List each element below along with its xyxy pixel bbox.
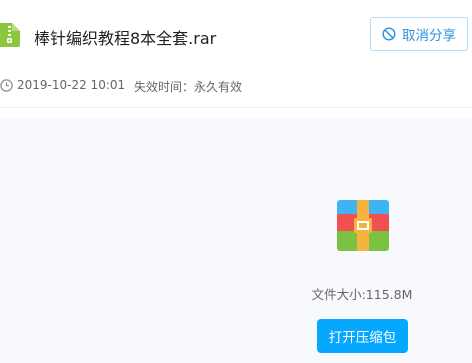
share-page: 棒针编织教程8本全套.rar 取消分享 2019-10-22 10:01 失效时… [0,0,472,363]
share-meta: 2019-10-22 10:01 失效时间：永久有效 [0,77,472,95]
cancel-share-button[interactable]: 取消分享 [370,17,468,51]
share-date: 2019-10-22 10:01 [17,78,126,92]
expire-time: 失效时间：永久有效 [134,80,243,94]
open-archive-button[interactable]: 打开压缩包 [317,319,408,353]
rar-archive-icon [337,200,389,251]
ban-icon [382,27,396,41]
divider [0,107,472,108]
file-size: 文件大小:115.8M [311,287,413,302]
clock-icon [0,79,13,92]
share-header: 棒针编织教程8本全套.rar 取消分享 [0,0,472,68]
zip-file-icon [0,23,20,47]
cancel-share-label: 取消分享 [402,28,456,44]
file-title: 棒针编织教程8本全套.rar [34,29,217,48]
